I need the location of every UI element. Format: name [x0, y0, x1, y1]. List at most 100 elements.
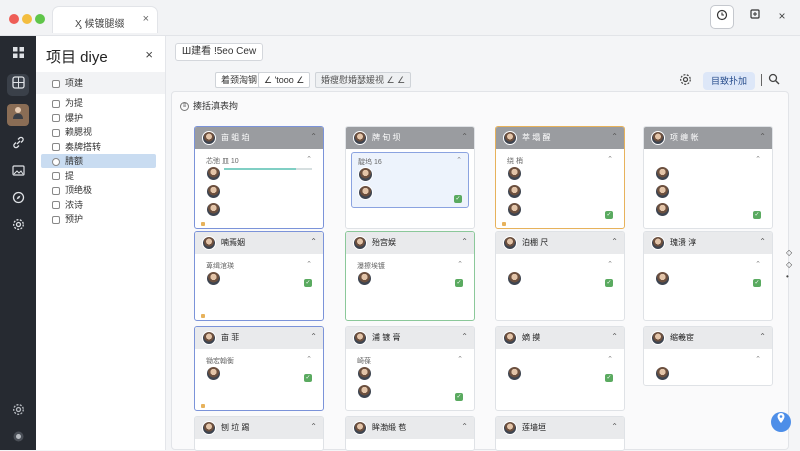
panel-item[interactable]: 爆护: [52, 111, 156, 125]
user-avatar[interactable]: [7, 104, 29, 126]
task-card[interactable]: 锄宏翰衡 ⌃ ✓: [200, 352, 318, 388]
chevron-up-icon[interactable]: ⌃: [461, 132, 468, 141]
panel-item[interactable]: 提: [52, 169, 156, 183]
checkbox-icon[interactable]: [52, 128, 60, 137]
chevron-up-icon[interactable]: ⌃: [306, 355, 312, 363]
checkbox-icon[interactable]: [52, 114, 60, 123]
task-card[interactable]: ⌃ ✓: [501, 257, 619, 293]
chevron-up-icon[interactable]: ⌃: [457, 260, 463, 268]
panel-close-icon[interactable]: ×: [145, 47, 153, 62]
chevron-up-icon[interactable]: ⌃: [310, 237, 317, 246]
chevron-up-icon[interactable]: ⌃: [607, 260, 613, 268]
task-card[interactable]: 绕 梢 ⌃ ✓: [501, 152, 619, 225]
checkbox-icon[interactable]: [52, 186, 60, 195]
task-group[interactable]: 浦 镀 膏 ⌃ 崎葆 ⌃ ✓: [345, 326, 475, 411]
task-card[interactable]: 崎葆 ⌃ ✓: [351, 352, 469, 407]
task-group[interactable]: 项 缠 帐 ⌃ ⌃ ✓: [643, 126, 773, 229]
group-header[interactable]: 刨 垃 踢 ⌃: [195, 417, 323, 439]
task-group[interactable]: 殆宫娱 ⌃ 瀑擦埃镀 ⌃ ✓: [345, 231, 475, 321]
task-group[interactable]: 缩羲宦 ⌃ ⌃: [643, 326, 773, 386]
checkbox-icon[interactable]: [52, 172, 60, 181]
group-header[interactable]: 牌 旬 坝 ⌃: [346, 127, 474, 149]
group-header[interactable]: 嫡 摸 ⌃: [496, 327, 624, 349]
checkbox-icon[interactable]: [52, 143, 60, 152]
task-card[interactable]: 瀑擦埃镀 ⌃ ✓: [351, 257, 469, 293]
group-header[interactable]: 浦 镀 膏 ⌃: [346, 327, 474, 349]
grid-icon[interactable]: [7, 44, 29, 66]
panel-item[interactable]: 赖腮视: [52, 125, 156, 139]
chevron-up-icon[interactable]: ⌃: [310, 132, 317, 141]
chevron-up-icon[interactable]: ⌃: [759, 132, 766, 141]
task-card[interactable]: ⌃: [649, 352, 767, 382]
task-group[interactable]: 亩 蛆 垍 ⌃ 芯弛 皿 10 ⌃: [194, 126, 324, 229]
chevron-up-icon[interactable]: ⌃: [755, 260, 761, 268]
chevron-up-icon[interactable]: ⌃: [456, 156, 462, 164]
status-icon[interactable]: [7, 428, 29, 450]
chevron-up-icon[interactable]: ⌃: [755, 155, 761, 163]
browser-tab[interactable]: Ӽ 候镀腿缀 ×: [52, 6, 158, 33]
panel-item[interactable]: 顶绝极: [52, 183, 156, 197]
chevron-up-icon[interactable]: ⌃: [461, 237, 468, 246]
window-zoom-dot[interactable]: [35, 14, 45, 24]
task-card[interactable]: 芯弛 皿 10 ⌃: [200, 152, 318, 225]
group-header[interactable]: 萃 塌 醒 ⌃: [496, 127, 624, 149]
radio-icon[interactable]: [52, 157, 60, 166]
chevron-up-icon[interactable]: ⌃: [461, 332, 468, 341]
task-group[interactable]: 牌 旬 坝 ⌃ 靛坞 16 ⌃ ✓: [345, 126, 475, 229]
compass-icon[interactable]: [7, 189, 29, 211]
share-icon[interactable]: [743, 5, 767, 29]
chevron-up-icon[interactable]: ⌃: [759, 332, 766, 341]
task-group[interactable]: 萃 塌 醒 ⌃ 绕 梢 ⌃ ✓: [495, 126, 625, 229]
task-group[interactable]: 亩 菲 ⌃ 锄宏翰衡 ⌃ ✓: [194, 326, 324, 411]
chevron-up-icon[interactable]: ⌃: [306, 155, 312, 163]
task-group[interactable]: 嫡 摸 ⌃ ⌃ ✓: [495, 326, 625, 411]
chevron-up-icon[interactable]: ⌃: [759, 237, 766, 246]
chevron-up-icon[interactable]: ⌃: [461, 422, 468, 431]
view-tab-2[interactable]: 婚瘦慰婚瑟媛视 ∠ ∠: [315, 72, 412, 88]
task-group[interactable]: 泊棚 尺 ⌃ ⌃ ✓: [495, 231, 625, 321]
scroll-up-icon[interactable]: ◇: [786, 248, 792, 257]
chevron-up-icon[interactable]: ⌃: [607, 155, 613, 163]
breadcrumb[interactable]: Ш建看 !5eo Cew: [175, 43, 264, 61]
settings-icon[interactable]: [7, 216, 29, 238]
task-group[interactable]: 刨 垃 踢 ⌃: [194, 416, 324, 451]
task-group[interactable]: 瑰溃 淳 ⌃ ⌃ ✓: [643, 231, 773, 321]
view-tab-1[interactable]: ∠ 'tooo ∠: [258, 72, 311, 88]
task-card[interactable]: 靛坞 16 ⌃ ✓: [351, 152, 469, 208]
group-header[interactable]: 项 缠 帐 ⌃: [644, 127, 772, 149]
search-icon[interactable]: [768, 73, 780, 88]
chevron-up-icon[interactable]: ⌃: [611, 132, 618, 141]
group-header[interactable]: 眸渤缎 苞 ⌃: [346, 417, 474, 439]
chevron-up-icon[interactable]: ⌃: [611, 237, 618, 246]
task-card[interactable]: ⌃ ✓: [501, 352, 619, 388]
task-card[interactable]: 萆缉涫瑛 ⌃ ✓: [200, 257, 318, 293]
panel-item[interactable]: 奏牌搭转: [52, 140, 156, 154]
checkbox-icon[interactable]: [52, 79, 60, 88]
panel-header-checkbox[interactable]: 项建: [52, 76, 156, 90]
group-header[interactable]: 瑰溃 淳 ⌃: [644, 232, 772, 254]
group-header[interactable]: 殆宫娱 ⌃: [346, 232, 474, 254]
window-close-icon[interactable]: ×: [770, 5, 794, 29]
group-header[interactable]: 喃焉姻 ⌃: [195, 232, 323, 254]
panel-item[interactable]: 为提: [52, 96, 156, 110]
task-group[interactable]: 喃焉姻 ⌃ 萆缉涫瑛 ⌃ ✓: [194, 231, 324, 321]
chevron-up-icon[interactable]: ⌃: [310, 422, 317, 431]
task-card[interactable]: ⌃ ✓: [649, 152, 767, 225]
chevron-up-icon[interactable]: ⌃: [611, 422, 618, 431]
chevron-up-icon[interactable]: ⌃: [457, 355, 463, 363]
panel-item[interactable]: 浓诗: [52, 198, 156, 212]
chevron-up-icon[interactable]: ⌃: [755, 355, 761, 363]
scroll-mid-icon[interactable]: ◇: [786, 260, 792, 269]
chevron-up-icon[interactable]: ⌃: [310, 332, 317, 341]
gear-icon[interactable]: [7, 401, 29, 423]
task-group[interactable]: 眸渤缎 苞 ⌃: [345, 416, 475, 451]
link-icon[interactable]: [7, 134, 29, 156]
task-group[interactable]: 莲墙垣 ⌃: [495, 416, 625, 451]
group-header[interactable]: 亩 菲 ⌃: [195, 327, 323, 349]
clock-icon[interactable]: [710, 5, 734, 29]
tab-close-icon[interactable]: ×: [143, 13, 149, 25]
image-icon[interactable]: [7, 162, 29, 184]
task-card[interactable]: ⌃ ✓: [649, 257, 767, 293]
chevron-up-icon[interactable]: ⌃: [306, 260, 312, 268]
checkbox-icon[interactable]: [52, 201, 60, 210]
